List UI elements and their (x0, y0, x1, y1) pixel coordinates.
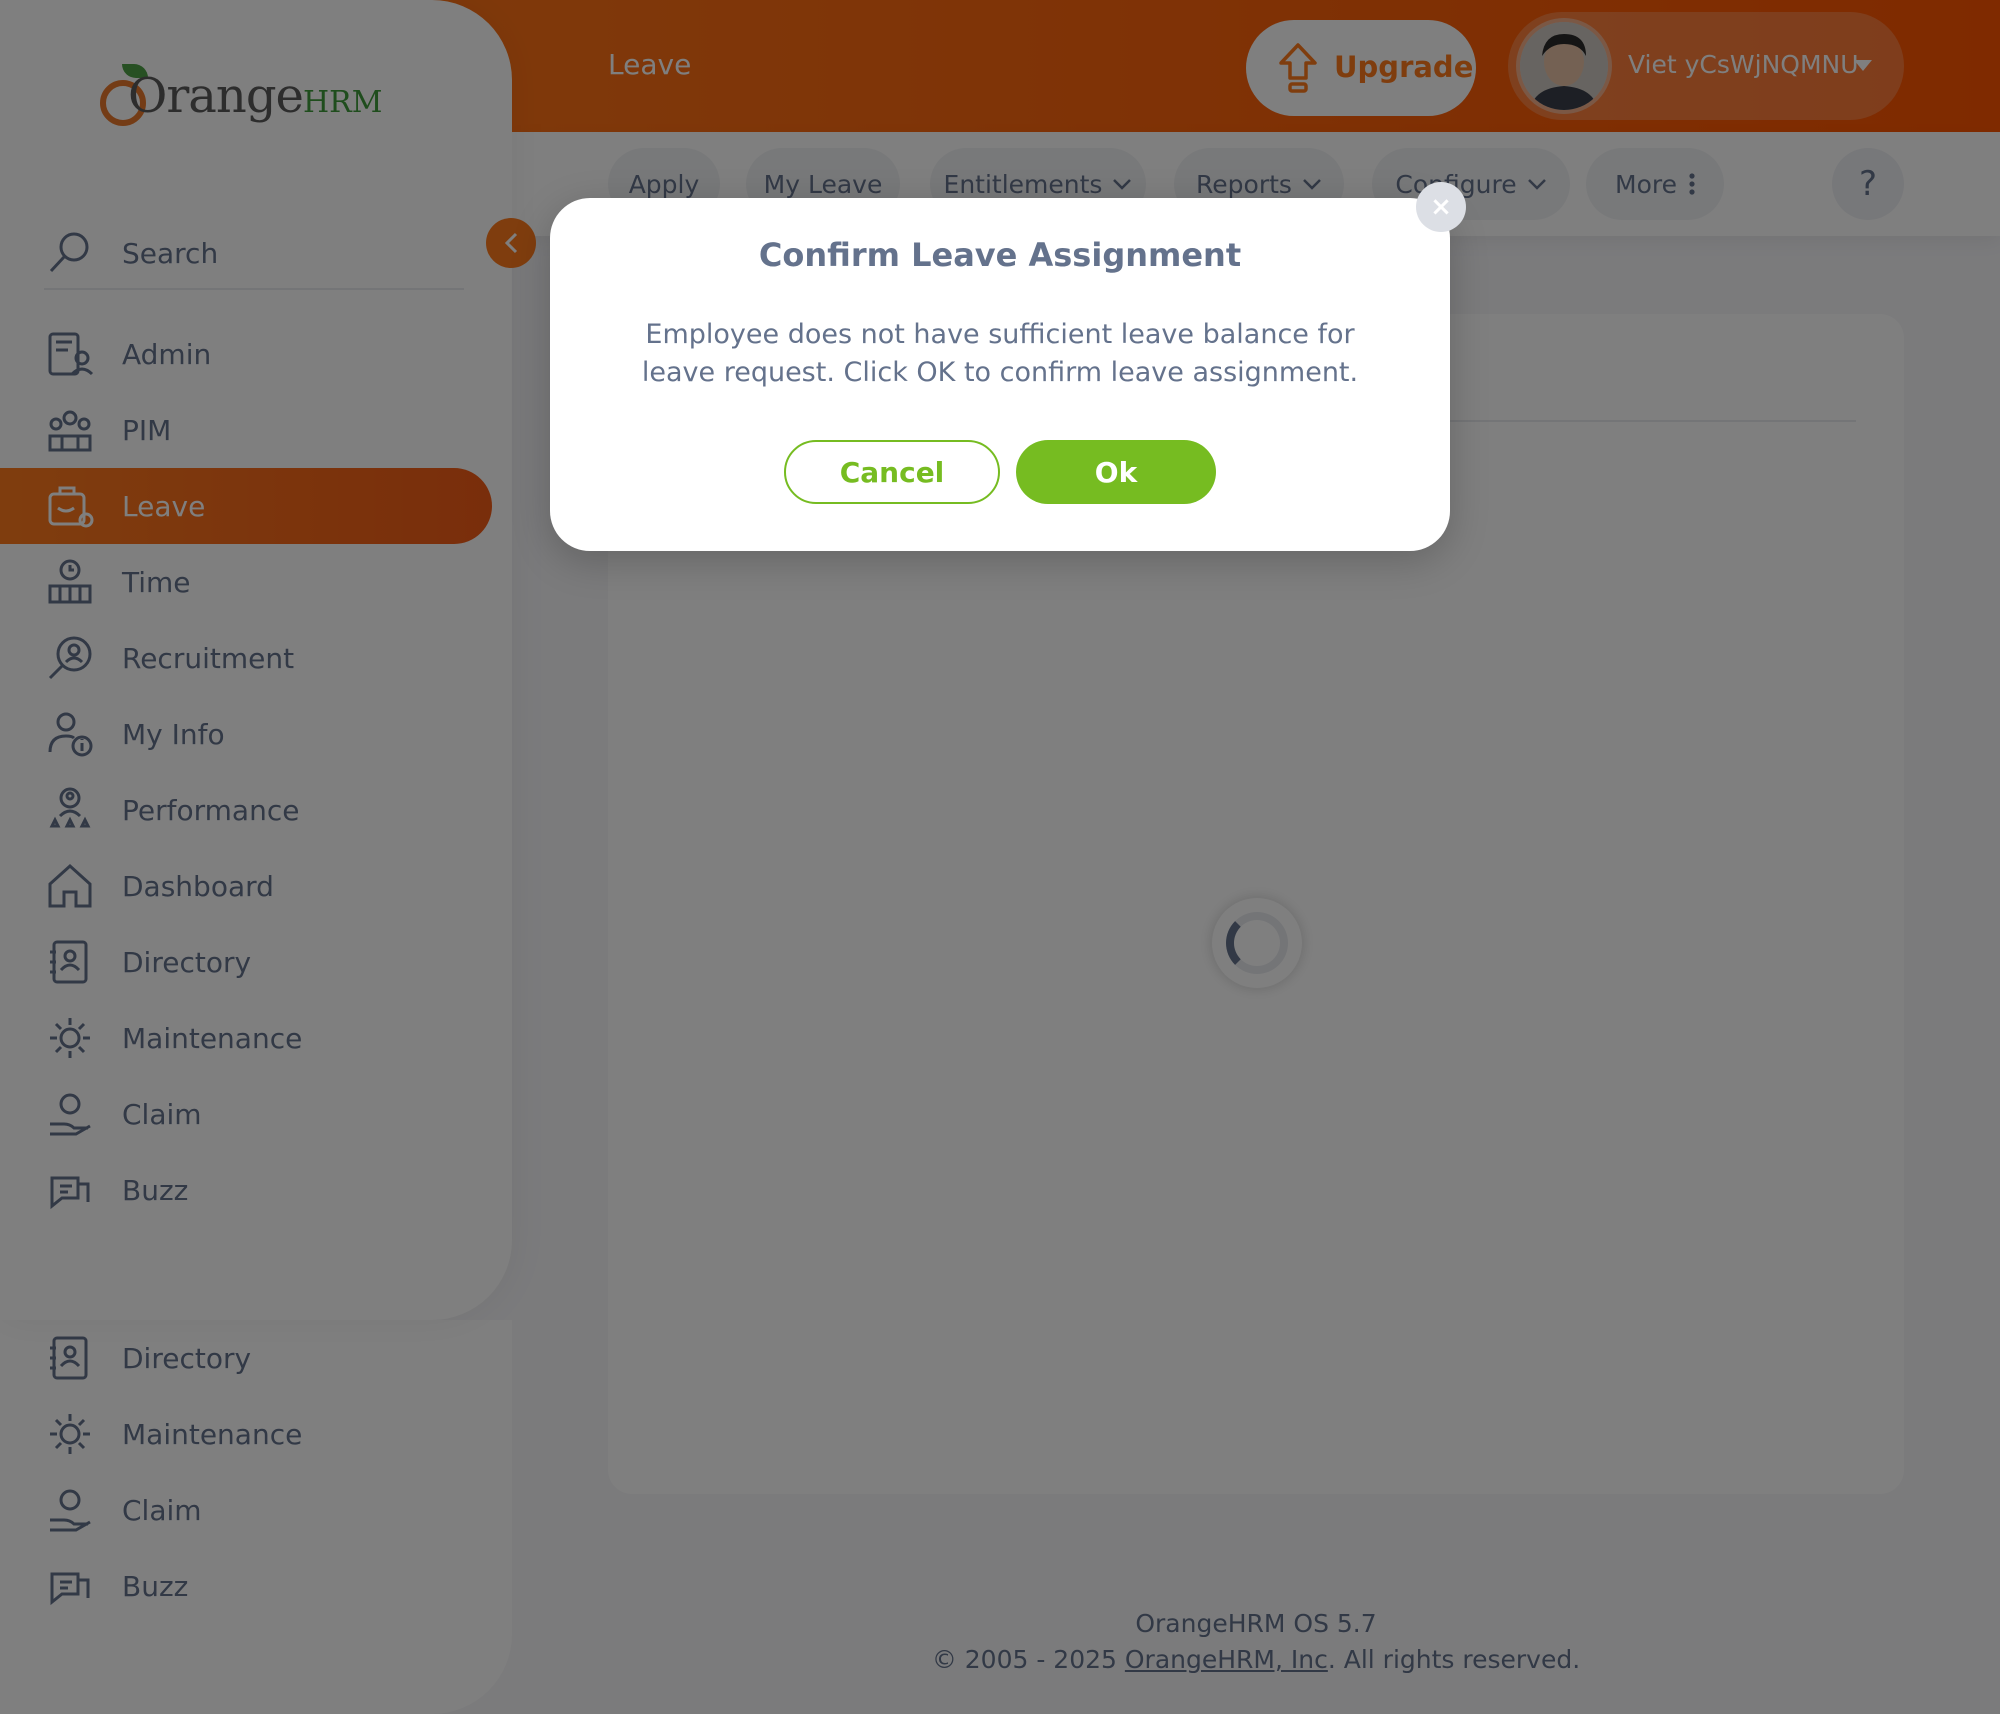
dialog-title: Confirm Leave Assignment (758, 236, 1242, 274)
close-icon: × (1430, 192, 1452, 222)
confirm-leave-assignment-dialog: Confirm Leave Assignment Employee does n… (550, 198, 1450, 551)
close-dialog-button[interactable]: × (1416, 182, 1466, 232)
cancel-button[interactable]: Cancel (784, 440, 1000, 504)
ok-button[interactable]: Ok (1016, 440, 1216, 504)
dialog-message: Employee does not have sufficient leave … (641, 319, 1359, 388)
